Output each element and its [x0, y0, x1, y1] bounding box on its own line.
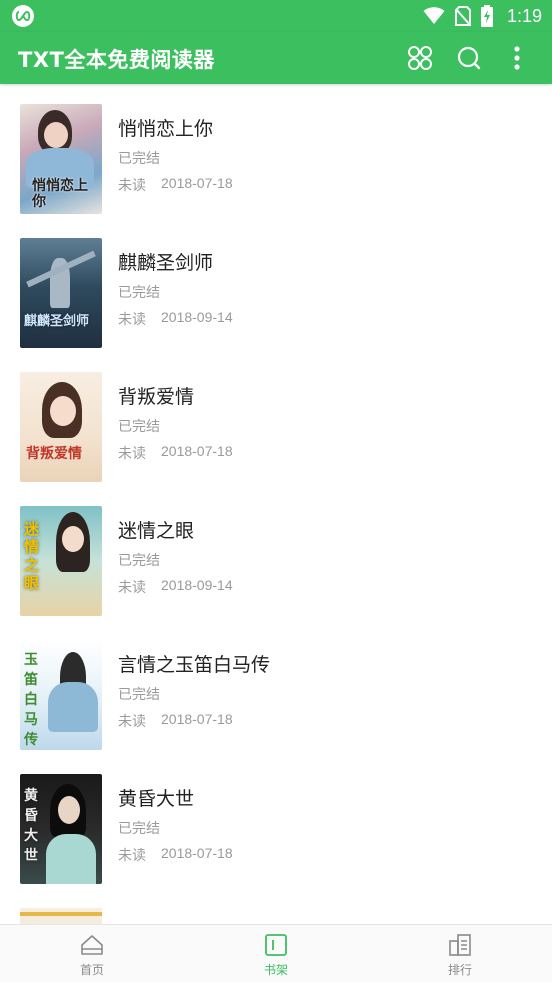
bottom-navigation: 首页 书架 排行	[0, 924, 552, 982]
nav-home[interactable]: 首页	[32, 925, 152, 982]
book-item[interactable]: 背叛爱情 背叛爱情 已完结 未读 2018-07-18	[0, 352, 552, 486]
book-item[interactable]: 黄昏大世 黄昏大世 已完结 未读 2018-07-18	[0, 754, 552, 888]
book-item[interactable]: 麒麟圣剑师 麒麟圣剑师 已完结 未读 2018-09-14	[0, 218, 552, 352]
book-cover: 悄悄恋上你	[20, 104, 102, 214]
book-status: 已完结	[118, 821, 160, 837]
book-title: 迷情之眼	[118, 520, 195, 542]
no-sim-icon	[454, 6, 471, 26]
wifi-icon	[423, 7, 445, 24]
book-title: 背叛爱情	[118, 386, 195, 408]
book-title: 悄悄恋上你	[118, 118, 214, 140]
cover-title: 黄昏大世	[24, 788, 38, 864]
cover-title: 麒麟圣剑师	[24, 314, 90, 329]
apps-grid-button[interactable]	[404, 42, 436, 74]
cover-title: 迷情之眼	[24, 520, 40, 592]
read-state: 未读	[118, 446, 146, 462]
cover-title: 玉笛白马传	[24, 652, 38, 748]
nav-label: 书架	[263, 963, 288, 977]
nav-label: 排行	[447, 963, 472, 977]
read-state: 未读	[118, 714, 146, 730]
update-date: 2018-07-18	[161, 845, 233, 861]
book-title: 麒麟圣剑师	[118, 252, 214, 274]
book-status: 已完结	[118, 553, 160, 569]
apps-grid-icon	[408, 46, 432, 70]
cover-title: 背叛爱情	[26, 446, 82, 462]
book-status: 已完结	[118, 419, 160, 435]
read-state: 未读	[118, 178, 146, 194]
book-cover: 麒麟圣剑师	[20, 238, 102, 348]
read-state: 未读	[118, 580, 146, 596]
update-date: 2018-07-18	[161, 711, 233, 727]
bookshelf-list[interactable]: 悄悄恋上你 悄悄恋上你 已完结 未读 2018-07-18 麒麟圣剑师 麒麟圣剑…	[0, 84, 552, 926]
update-date: 2018-09-14	[161, 309, 233, 325]
book-cover: 黄昏大世	[20, 774, 102, 884]
book-item[interactable]	[0, 888, 552, 926]
update-date: 2018-09-14	[161, 577, 233, 593]
book-item[interactable]: 悄悄恋上你 悄悄恋上你 已完结 未读 2018-07-18	[0, 84, 552, 218]
bookshelf-icon	[265, 934, 287, 956]
app-bar: TXT全本免费阅读器	[0, 32, 552, 84]
read-state: 未读	[118, 312, 146, 328]
book-status: 已完结	[118, 687, 160, 703]
status-bar: 1:19	[0, 0, 552, 32]
ranking-icon	[449, 934, 471, 956]
book-cover: 背叛爱情	[20, 372, 102, 482]
search-icon	[457, 46, 481, 70]
more-vert-icon	[514, 46, 520, 70]
battery-charging-icon	[480, 5, 493, 27]
read-state: 未读	[118, 848, 146, 864]
book-cover: 迷情之眼	[20, 506, 102, 616]
nav-bookshelf[interactable]: 书架	[216, 925, 336, 982]
nav-label: 首页	[79, 963, 104, 977]
book-status: 已完结	[118, 285, 160, 301]
search-button[interactable]	[453, 42, 485, 74]
book-status: 已完结	[118, 151, 160, 167]
book-item[interactable]: 玉笛白马传 言情之玉笛白马传 已完结 未读 2018-07-18	[0, 620, 552, 754]
status-time: 1:19	[506, 5, 542, 26]
book-title: 黄昏大世	[118, 788, 195, 810]
more-options-button[interactable]	[501, 42, 533, 74]
app-notification-icon	[12, 5, 34, 27]
home-icon	[81, 935, 103, 955]
cover-title: 悄悄恋上你	[32, 178, 88, 210]
book-title: 言情之玉笛白马传	[118, 654, 271, 676]
nav-ranking[interactable]: 排行	[400, 925, 520, 982]
book-item[interactable]: 迷情之眼 迷情之眼 已完结 未读 2018-09-14	[0, 486, 552, 620]
app-title: TXT全本免费阅读器	[18, 48, 215, 72]
book-cover: 玉笛白马传	[20, 640, 102, 750]
update-date: 2018-07-18	[161, 443, 233, 459]
update-date: 2018-07-18	[161, 175, 233, 191]
